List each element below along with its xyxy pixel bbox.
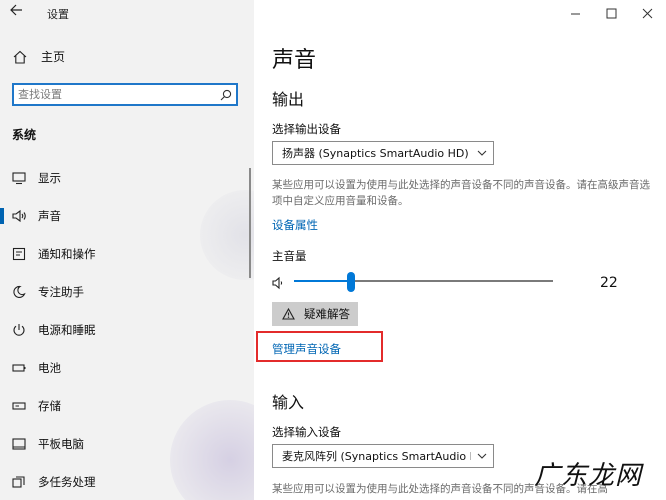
sidebar-item-home[interactable]: 主页 (12, 48, 65, 65)
focus-assist-icon (11, 284, 27, 300)
watermark: 广东龙网 (534, 461, 643, 491)
sidebar-item-label: 声音 (38, 209, 61, 223)
minimize-button[interactable] (560, 2, 590, 24)
home-icon (12, 49, 28, 65)
sidebar-item-display[interactable]: 显示 (0, 163, 250, 193)
speaker-icon (11, 208, 27, 224)
back-button[interactable] (10, 4, 23, 20)
back-arrow-icon (10, 4, 22, 16)
output-device-label: 选择输出设备 (272, 122, 341, 136)
slider-fill (294, 280, 351, 282)
sidebar-item-notifications[interactable]: 通知和操作 (0, 239, 250, 269)
sidebar-item-focus-assist[interactable]: 专注助手 (0, 277, 250, 307)
sidebar-item-sound[interactable]: 声音 (0, 201, 250, 231)
sidebar-item-label: 专注助手 (38, 285, 84, 299)
output-description: 某些应用可以设置为使用与此处选择的声音设备不同的声音设备。请在高级声音选项中自定… (272, 179, 650, 207)
display-icon (11, 170, 27, 186)
slider-thumb[interactable] (346, 272, 355, 292)
troubleshoot-button[interactable]: 疑难解答 (272, 302, 358, 326)
chevron-down-icon (471, 453, 493, 459)
page-title: 声音 (272, 48, 317, 73)
section-heading: 系统 (12, 128, 37, 142)
power-icon (11, 322, 27, 338)
maximize-icon (606, 8, 616, 18)
tablet-icon (11, 436, 27, 452)
sidebar-item-battery[interactable]: 电池 (0, 353, 250, 383)
sidebar-item-tablet[interactable]: 平板电脑 (0, 429, 250, 459)
close-icon (642, 8, 652, 18)
sidebar-item-label: 电池 (38, 361, 61, 375)
sidebar-item-label: 电源和睡眠 (38, 323, 96, 337)
input-device-value: 麦克风阵列 (Synaptics SmartAudio HD) (282, 450, 471, 463)
search-icon[interactable] (216, 86, 236, 104)
sound-settings-page: 声音 输出 选择输出设备 扬声器 (Synaptics SmartAudio H… (254, 0, 666, 500)
settings-nav-pane: 设置 主页 系统 显示 声音 通知和操作 专注助手 (0, 0, 254, 500)
battery-icon (11, 360, 27, 376)
minimize-icon (570, 13, 580, 14)
sidebar-item-label: 多任务处理 (38, 475, 96, 489)
volume-slider[interactable] (294, 272, 553, 292)
output-device-value: 扬声器 (Synaptics SmartAudio HD) (282, 147, 469, 160)
window-title: 设置 (47, 8, 69, 21)
chevron-down-icon (471, 150, 493, 156)
search-input[interactable] (14, 85, 216, 104)
sidebar-item-label: 平板电脑 (38, 437, 84, 451)
sidebar-item-storage[interactable]: 存储 (0, 391, 250, 421)
sidebar-item-label: 存储 (38, 399, 61, 413)
scrollbar[interactable] (249, 168, 251, 278)
sidebar-item-label: 显示 (38, 171, 61, 185)
warning-icon (282, 307, 296, 321)
search-box[interactable] (12, 83, 238, 106)
troubleshoot-label: 疑难解答 (304, 307, 350, 321)
close-button[interactable] (632, 2, 662, 24)
selection-indicator (0, 208, 4, 224)
maximize-button[interactable] (596, 2, 626, 24)
input-device-label: 选择输入设备 (272, 425, 341, 439)
sidebar-item-label: 通知和操作 (38, 247, 96, 261)
notifications-icon (11, 246, 27, 262)
storage-icon (11, 398, 27, 414)
multitasking-icon (11, 474, 27, 490)
master-volume-label: 主音量 (272, 249, 307, 263)
highlight-box (256, 331, 383, 362)
output-heading: 输出 (272, 90, 305, 109)
volume-value: 22 (600, 275, 618, 291)
device-properties-link[interactable]: 设备属性 (272, 217, 318, 233)
sidebar-item-power-sleep[interactable]: 电源和睡眠 (0, 315, 250, 345)
volume-icon[interactable] (272, 275, 286, 290)
sidebar-item-label: 主页 (41, 50, 66, 64)
input-device-dropdown[interactable]: 麦克风阵列 (Synaptics SmartAudio HD) (272, 444, 494, 468)
sidebar-item-multitasking[interactable]: 多任务处理 (0, 467, 250, 497)
input-heading: 输入 (272, 393, 305, 412)
output-device-dropdown[interactable]: 扬声器 (Synaptics SmartAudio HD) (272, 141, 494, 165)
